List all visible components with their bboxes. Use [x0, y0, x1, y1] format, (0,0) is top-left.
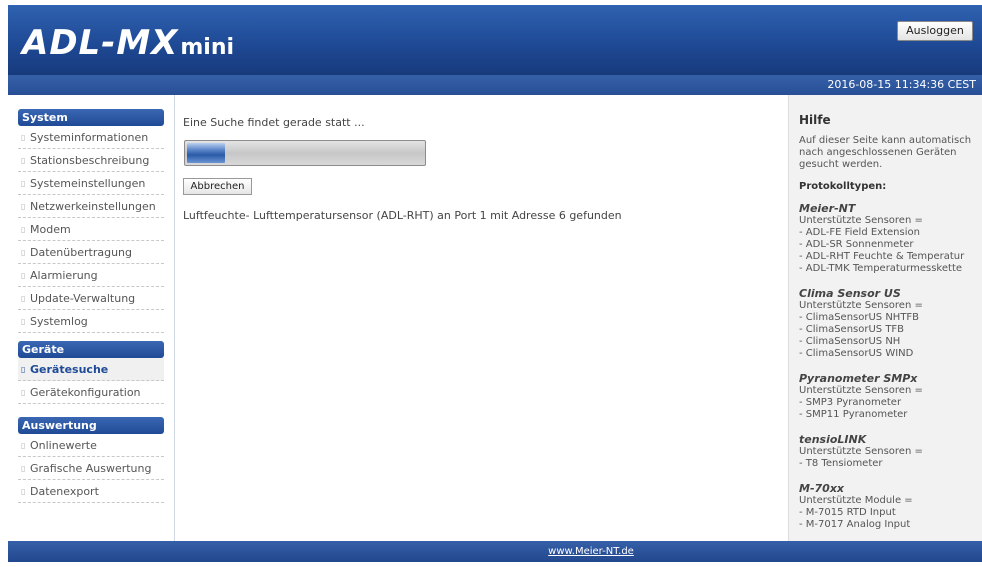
- status-bar: 2016-08-15 11:34:36 CEST: [8, 75, 982, 95]
- sidebar: System ▯ Systeminformationen ▯ Stationsbes…: [8, 95, 175, 541]
- protocol-block: M-70xx Unterstützte Module = - M-7015 RTD …: [799, 482, 972, 531]
- protocol-line: - ADL-SR Sonnenmeter: [799, 239, 914, 250]
- sidebar-item-geraetekonfiguration[interactable]: ▯ Gerätekonfiguration: [18, 381, 164, 404]
- sidebar-item-systemeinstellungen[interactable]: ▯ Systemeinstellungen: [18, 172, 164, 195]
- logo-mini-text: mini: [180, 35, 235, 60]
- sidebar-item-label: Datenübertragung: [30, 246, 132, 259]
- sidebar-item-label: Stationsbeschreibung: [30, 154, 150, 167]
- protocol-types-label: Protokolltypen:: [799, 181, 887, 192]
- protocol-name: M-70xx: [799, 482, 845, 495]
- protocol-line: Unterstützte Sensoren =: [799, 446, 923, 457]
- content-area: System ▯ Systeminformationen ▯ Stationsbes…: [8, 95, 982, 541]
- sidebar-item-geraetesuche[interactable]: ▯ Gerätesuche: [18, 358, 164, 381]
- sidebar-item-update-verwaltung[interactable]: ▯ Update-Verwaltung: [18, 287, 164, 310]
- sidebar-section-title: Auswertung: [18, 417, 164, 434]
- sidebar-item-label: Onlinewerte: [30, 439, 97, 452]
- bullet-icon: ▯: [21, 294, 26, 303]
- sidebar-item-datenuebertragung[interactable]: ▯ Datenübertragung: [18, 241, 164, 264]
- sidebar-item-label: Gerätesuche: [30, 363, 109, 376]
- protocol-line: Unterstützte Sensoren =: [799, 385, 923, 396]
- timestamp: 2016-08-15 11:34:36 CEST: [827, 78, 976, 91]
- sidebar-item-label: Modem: [30, 223, 71, 236]
- bullet-icon: ▯: [21, 487, 26, 496]
- help-title: Hilfe: [799, 113, 831, 127]
- sidebar-item-modem[interactable]: ▯ Modem: [18, 218, 164, 241]
- app-window: ADL-MXmini Ausloggen 2016-08-15 11:34:36…: [8, 5, 982, 562]
- sidebar-item-label: Alarmierung: [30, 269, 98, 282]
- protocol-block: tensioLINK Unterstützte Sensoren = - T8 Te…: [799, 433, 972, 470]
- protocol-block: Clima Sensor US Unterstützte Sensoren = - …: [799, 287, 972, 360]
- sidebar-item-netzwerkeinstellungen[interactable]: ▯ Netzwerkeinstellungen: [18, 195, 164, 218]
- bullet-icon: ▯: [21, 225, 26, 234]
- sidebar-item-onlinewerte[interactable]: ▯ Onlinewerte: [18, 434, 164, 457]
- protocol-line: - T8 Tensiometer: [799, 458, 883, 469]
- protocol-line: - ClimaSensorUS WIND: [799, 348, 914, 359]
- protocol-list: Meier-NT Unterstützte Sensoren = - ADL-FE …: [799, 202, 972, 531]
- bullet-icon: ▯: [21, 388, 26, 397]
- adl-mx-logo: ADL-MXmini: [22, 23, 234, 63]
- header-bar: ADL-MXmini Ausloggen: [8, 5, 982, 75]
- bullet-icon: ▯: [21, 271, 26, 280]
- sidebar-section-auswertung: Auswertung ▯ Onlinewerte ▯ Grafische Auswe…: [18, 417, 164, 503]
- progress-fill: [187, 143, 225, 163]
- help-panel: Hilfe Auf dieser Seite kann automatisch …: [788, 95, 982, 541]
- bullet-icon: ▯: [21, 441, 26, 450]
- bullet-icon: ▯: [21, 202, 26, 211]
- sidebar-item-label: Netzwerkeinstellungen: [30, 200, 156, 213]
- footer-website-link[interactable]: www.Meier-NT.de: [548, 546, 634, 557]
- sidebar-item-label: Datenexport: [30, 485, 99, 498]
- logout-button[interactable]: Ausloggen: [897, 21, 973, 41]
- sidebar-section-title: System: [18, 109, 164, 126]
- protocol-line: Unterstützte Sensoren =: [799, 300, 923, 311]
- protocol-line: - ClimaSensorUS NHTFB: [799, 312, 920, 323]
- protocol-line: - M-7017 Analog Input: [799, 519, 911, 530]
- search-status-text: Eine Suche findet gerade statt ...: [183, 116, 365, 129]
- sidebar-item-label: Grafische Auswertung: [30, 462, 152, 475]
- sidebar-item-label: Gerätekonfiguration: [30, 386, 141, 399]
- sidebar-item-alarmierung[interactable]: ▯ Alarmierung: [18, 264, 164, 287]
- sidebar-item-label: Update-Verwaltung: [30, 292, 136, 305]
- protocol-line: - ClimaSensorUS TFB: [799, 324, 905, 335]
- protocol-block: Pyranometer SMPx Unterstützte Sensoren = -…: [799, 372, 972, 421]
- sidebar-item-datenexport[interactable]: ▯ Datenexport: [18, 480, 164, 503]
- cancel-button[interactable]: Abbrechen: [183, 178, 252, 195]
- bullet-icon: ▯: [21, 365, 26, 374]
- bullet-icon: ▯: [21, 156, 26, 165]
- bullet-icon: ▯: [21, 248, 26, 257]
- logo-main-text: ADL-MX: [22, 23, 179, 63]
- sidebar-section-title: Geräte: [18, 341, 164, 358]
- bullet-icon: ▯: [21, 133, 26, 142]
- footer-bar: www.Meier-NT.de: [8, 541, 982, 562]
- protocol-name: Pyranometer SMPx: [799, 372, 918, 385]
- protocol-name: Clima Sensor US: [799, 287, 901, 300]
- search-progress-bar: [184, 140, 426, 166]
- protocol-line: Unterstützte Sensoren =: [799, 215, 923, 226]
- protocol-line: - ClimaSensorUS NH: [799, 336, 901, 347]
- sidebar-item-systemlog[interactable]: ▯ Systemlog: [18, 310, 164, 333]
- protocol-line: Unterstützte Module =: [799, 495, 913, 506]
- protocol-line: - ADL-TMK Temperaturmesskette: [799, 263, 963, 274]
- found-device-message: Luftfeuchte- Lufttemperatursensor (ADL-R…: [183, 209, 622, 222]
- main-panel: Eine Suche findet gerade statt ... Abbre…: [176, 95, 788, 541]
- bullet-icon: ▯: [21, 317, 26, 326]
- protocol-line: - SMP3 Pyranometer: [799, 397, 902, 408]
- sidebar-item-label: Systemlog: [30, 315, 88, 328]
- protocol-line: - ADL-FE Field Extension: [799, 227, 920, 238]
- protocol-name: tensioLINK: [799, 433, 867, 446]
- sidebar-item-systeminformationen[interactable]: ▯ Systeminformationen: [18, 126, 164, 149]
- protocol-name: Meier-NT: [799, 202, 856, 215]
- sidebar-section-system: System ▯ Systeminformationen ▯ Stationsbes…: [18, 109, 164, 333]
- bullet-icon: ▯: [21, 464, 26, 473]
- sidebar-item-stationsbeschreibung[interactable]: ▯ Stationsbeschreibung: [18, 149, 164, 172]
- protocol-line: - ADL-RHT Feuchte & Temperatur: [799, 251, 965, 262]
- sidebar-item-label: Systemeinstellungen: [30, 177, 146, 190]
- bullet-icon: ▯: [21, 179, 26, 188]
- sidebar-section-geraete: Geräte ▯ Gerätesuche ▯ Gerätekonfiguration: [18, 341, 164, 404]
- protocol-line: - SMP11 Pyranometer: [799, 409, 908, 420]
- sidebar-item-grafische-auswertung[interactable]: ▯ Grafische Auswertung: [18, 457, 164, 480]
- help-intro: Auf dieser Seite kann automatisch nach a…: [799, 135, 972, 170]
- protocol-block: Meier-NT Unterstützte Sensoren = - ADL-FE …: [799, 202, 972, 275]
- protocol-line: - M-7015 RTD Input: [799, 507, 896, 518]
- sidebar-item-label: Systeminformationen: [30, 131, 149, 144]
